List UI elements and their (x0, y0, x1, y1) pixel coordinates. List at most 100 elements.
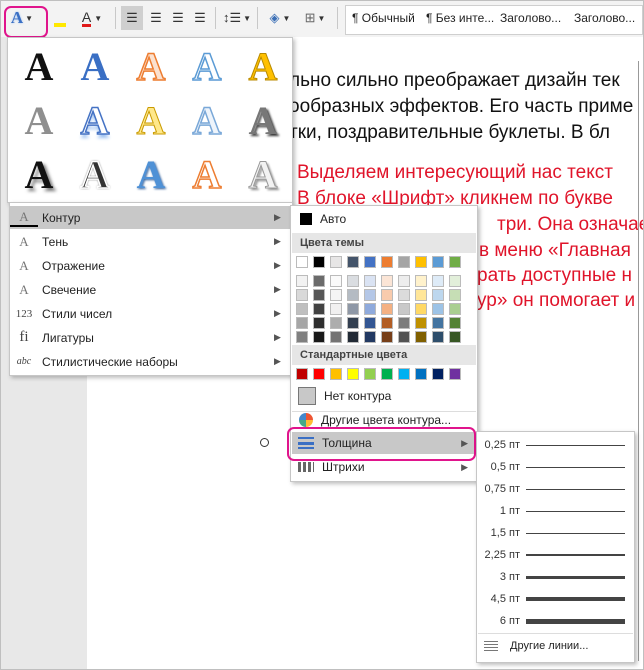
color-swatch[interactable] (449, 303, 461, 315)
color-swatch[interactable] (313, 256, 325, 268)
color-swatch[interactable] (330, 256, 342, 268)
wordart-style[interactable]: A (238, 42, 288, 92)
color-swatch[interactable] (347, 289, 359, 301)
color-swatch[interactable] (449, 331, 461, 343)
justify-button[interactable]: ☰ (189, 6, 211, 30)
color-swatch[interactable] (296, 303, 308, 315)
wordart-style[interactable]: A (14, 42, 64, 92)
color-swatch[interactable] (296, 317, 308, 329)
weight-option[interactable]: 1 пт (478, 500, 633, 522)
wordart-style[interactable]: A (70, 96, 120, 146)
color-swatch[interactable] (330, 331, 342, 343)
weight-option[interactable]: 0,25 пт (478, 434, 633, 456)
color-swatch[interactable] (347, 303, 359, 315)
color-swatch[interactable] (330, 275, 342, 287)
menu-item-number-styles[interactable]: 123 Стили чисел ▶ (10, 302, 292, 325)
color-swatch[interactable] (347, 331, 359, 343)
highlight-color-button[interactable] (47, 6, 73, 30)
color-swatch[interactable] (330, 317, 342, 329)
auto-color-item[interactable]: Авто (292, 208, 476, 230)
wordart-style[interactable]: A (238, 150, 288, 200)
wordart-style[interactable]: A (126, 42, 176, 92)
standard-color-swatch[interactable] (398, 368, 410, 380)
wordart-style[interactable]: A (70, 150, 120, 200)
color-swatch[interactable] (364, 331, 376, 343)
color-swatch[interactable] (364, 275, 376, 287)
color-swatch[interactable] (415, 317, 427, 329)
color-swatch[interactable] (330, 303, 342, 315)
standard-color-swatch[interactable] (364, 368, 376, 380)
color-swatch[interactable] (398, 289, 410, 301)
color-swatch[interactable] (432, 256, 444, 268)
color-swatch[interactable] (330, 289, 342, 301)
color-swatch[interactable] (313, 331, 325, 343)
color-swatch[interactable] (313, 289, 325, 301)
wordart-style[interactable]: A (14, 150, 64, 200)
borders-button[interactable]: ⊞ ▼ (299, 6, 331, 30)
color-swatch[interactable] (415, 303, 427, 315)
color-swatch[interactable] (347, 275, 359, 287)
wordart-style[interactable]: A (126, 96, 176, 146)
color-swatch[interactable] (313, 317, 325, 329)
weight-option[interactable]: 2,25 пт (478, 544, 633, 566)
align-center-button[interactable]: ☰ (145, 6, 167, 30)
color-swatch[interactable] (432, 303, 444, 315)
standard-color-swatch[interactable] (381, 368, 393, 380)
standard-color-swatch[interactable] (296, 368, 308, 380)
standard-color-swatch[interactable] (330, 368, 342, 380)
color-swatch[interactable] (381, 317, 393, 329)
color-swatch[interactable] (381, 289, 393, 301)
color-swatch[interactable] (415, 275, 427, 287)
color-swatch[interactable] (296, 275, 308, 287)
color-swatch[interactable] (398, 317, 410, 329)
color-swatch[interactable] (398, 331, 410, 343)
weight-option[interactable]: 0,75 пт (478, 478, 633, 500)
menu-item-shadow[interactable]: A Тень ▶ (10, 230, 292, 253)
style-normal[interactable]: ¶ Обычный (346, 6, 420, 34)
color-swatch[interactable] (432, 275, 444, 287)
color-swatch[interactable] (364, 303, 376, 315)
color-swatch[interactable] (381, 303, 393, 315)
weight-option[interactable]: 4,5 пт (478, 588, 633, 610)
color-swatch[interactable] (296, 256, 308, 268)
menu-item-stylistic-sets[interactable]: abc Стилистические наборы ▶ (10, 350, 292, 373)
color-swatch[interactable] (432, 331, 444, 343)
menu-item-outline[interactable]: A Контур ▶ (10, 206, 292, 229)
line-spacing-button[interactable]: ↕☰ ▼ (221, 6, 253, 30)
color-swatch[interactable] (432, 289, 444, 301)
menu-item-glow[interactable]: A Свечение ▶ (10, 278, 292, 301)
wordart-style[interactable]: A (14, 96, 64, 146)
wordart-style[interactable]: A (238, 96, 288, 146)
color-swatch[interactable] (364, 256, 376, 268)
color-swatch[interactable] (347, 317, 359, 329)
style-heading-2[interactable]: Заголово... (568, 6, 642, 34)
menu-item-ligatures[interactable]: fi Лигатуры ▶ (10, 326, 292, 349)
color-swatch[interactable] (313, 303, 325, 315)
color-swatch[interactable] (398, 275, 410, 287)
weight-option[interactable]: 3 пт (478, 566, 633, 588)
color-swatch[interactable] (381, 275, 393, 287)
color-swatch[interactable] (432, 317, 444, 329)
color-swatch[interactable] (296, 289, 308, 301)
color-swatch[interactable] (398, 303, 410, 315)
align-left-button[interactable]: ☰ (121, 6, 143, 30)
color-swatch[interactable] (381, 331, 393, 343)
wordart-style[interactable]: A (126, 150, 176, 200)
standard-color-swatch[interactable] (313, 368, 325, 380)
color-swatch[interactable] (347, 256, 359, 268)
wordart-style[interactable]: A (70, 42, 120, 92)
style-no-spacing[interactable]: ¶ Без инте... (420, 6, 494, 34)
color-swatch[interactable] (381, 256, 393, 268)
wordart-style[interactable]: A (182, 150, 232, 200)
color-swatch[interactable] (415, 289, 427, 301)
standard-color-swatch[interactable] (449, 368, 461, 380)
wordart-style[interactable]: A (182, 42, 232, 92)
color-swatch[interactable] (449, 289, 461, 301)
color-swatch[interactable] (313, 275, 325, 287)
standard-color-swatch[interactable] (415, 368, 427, 380)
more-lines-item[interactable]: Другие линии... (478, 635, 633, 657)
style-heading-1[interactable]: Заголово... (494, 6, 568, 34)
color-swatch[interactable] (296, 331, 308, 343)
color-swatch[interactable] (449, 317, 461, 329)
font-color-button[interactable]: A ▼ (77, 6, 107, 30)
